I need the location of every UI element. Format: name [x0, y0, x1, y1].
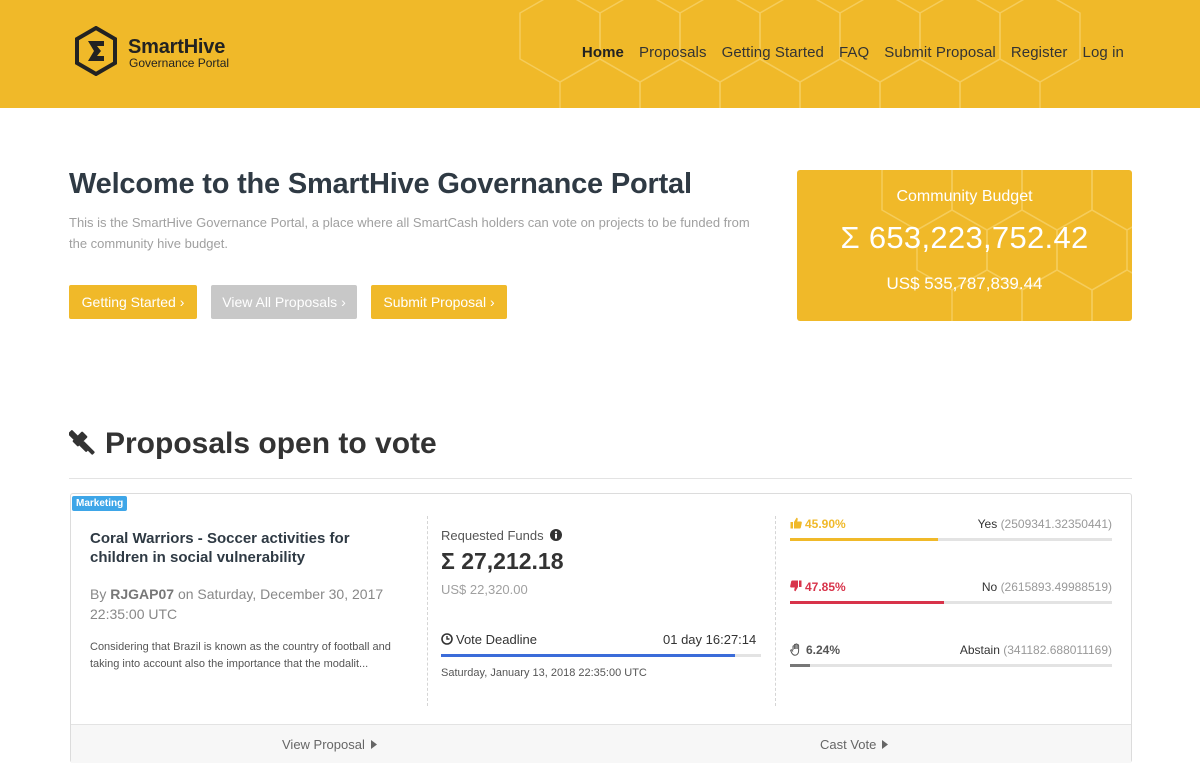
requested-funds-label-text: Requested Funds [441, 528, 544, 543]
site-header: SmartHive Governance Portal Home Proposa… [0, 0, 1200, 108]
deadline-progress-fill [441, 654, 736, 657]
vote-yes-track [790, 538, 1112, 541]
proposal-by-prefix: By [90, 586, 107, 602]
requested-funds-value: Σ 27,212.18 [441, 548, 564, 574]
nav-submit-proposal[interactable]: Submit Proposal [884, 44, 996, 61]
page-title: Welcome to the SmartHive Governance Port… [69, 168, 692, 200]
vote-no-row: 47.85% No (2615893.49988519) [790, 580, 1112, 610]
vote-no-count: (2615893.49988519) [1000, 580, 1112, 594]
vote-deadline-remaining: 01 day 16:27:14 [663, 632, 757, 647]
nav-faq[interactable]: FAQ [839, 44, 869, 61]
vote-abstain-percent: 6.24% [790, 643, 840, 657]
vote-abstain-label-text: Abstain [959, 643, 1000, 657]
brand-subtitle: Governance Portal [129, 56, 230, 70]
requested-funds-usd: US$ 22,320.00 [441, 582, 528, 597]
section-title-text: Proposals open to vote [105, 427, 437, 460]
nav-register[interactable]: Register [1011, 44, 1068, 61]
proposal-card: Marketing Coral Warriors - Soccer activi… [70, 493, 1132, 763]
brand-logo[interactable]: SmartHive Governance Portal [74, 26, 244, 80]
nav-login[interactable]: Log in [1083, 44, 1124, 61]
vote-abstain-row: 6.24% Abstain (341182.688011169) [790, 643, 1112, 673]
vote-deadline-date: Saturday, January 13, 2018 22:35:00 UTC [441, 667, 647, 679]
budget-amount: Σ 653,223,752.42 [840, 220, 1089, 255]
vote-yes-label-text: Yes [977, 517, 998, 531]
view-proposal-link[interactable]: View Proposal [282, 737, 377, 752]
vote-yes-label: Yes (2509341.32350441) [978, 517, 1112, 531]
nav-getting-started[interactable]: Getting Started [722, 44, 824, 61]
thumbs-up-icon [790, 517, 802, 529]
vote-no-percent-text: 47.85% [805, 580, 846, 594]
section-divider [69, 478, 1132, 479]
view-proposal-label: View Proposal [282, 737, 365, 752]
vote-no-label-text: No [981, 580, 998, 594]
page-description: This is the SmartHive Governance Portal,… [69, 215, 750, 251]
nav-proposals[interactable]: Proposals [639, 44, 707, 61]
getting-started-button[interactable]: Getting Started › [69, 285, 197, 319]
vote-abstain-percent-text: 6.24% [806, 643, 841, 657]
vote-deadline-label: Vote Deadline [441, 632, 537, 647]
vote-abstain-label: Abstain (341182.688011169) [960, 643, 1112, 657]
vote-deadline-label-text: Vote Deadline [456, 632, 537, 647]
vote-no-percent: 47.85% [790, 580, 846, 594]
submit-proposal-button[interactable]: Submit Proposal › [371, 285, 507, 319]
caret-right-icon [370, 740, 377, 749]
proposal-author[interactable]: RJGAP07 [110, 586, 174, 602]
hand-icon [790, 643, 800, 656]
section-title: Proposals open to vote [69, 426, 437, 461]
card-footer: View Proposal Cast Vote [71, 724, 1131, 763]
smarthive-hexagon-icon [75, 26, 117, 76]
caret-right-icon [882, 740, 888, 749]
vote-abstain-track [790, 664, 1112, 667]
vote-yes-percent: 45.90% [790, 517, 846, 531]
vote-no-label: No (2615893.49988519) [982, 580, 1112, 594]
proposal-meta: By RJGAP07 on Saturday, December 30, 201… [90, 584, 390, 624]
vote-no-track [790, 601, 1112, 604]
vote-yes-fill [790, 538, 938, 541]
vote-yes-row: 45.90% Yes (2509341.32350441) [790, 517, 1112, 547]
requested-funds-label: Requested Funds [441, 528, 563, 543]
main-nav: Home Proposals Getting Started FAQ Submi… [567, 44, 1124, 61]
community-budget-panel: Community Budget Σ 653,223,752.42 US$ 53… [797, 170, 1132, 321]
vote-abstain-count: (341182.688011169) [1003, 643, 1112, 657]
column-divider [775, 516, 776, 706]
clock-icon [441, 633, 453, 645]
cast-vote-link[interactable]: Cast Vote [820, 737, 888, 752]
proposal-description: Considering that Brazil is known as the … [90, 641, 391, 670]
vote-no-fill [790, 601, 945, 604]
budget-usd: US$ 535,787,839.44 [886, 274, 1043, 293]
thumbs-down-icon [790, 580, 802, 592]
category-badge: Marketing [72, 496, 128, 511]
view-all-proposals-button[interactable]: View All Proposals › [211, 285, 357, 319]
nav-home[interactable]: Home [582, 44, 624, 61]
column-divider [427, 516, 428, 706]
info-icon[interactable] [550, 529, 563, 541]
vote-yes-percent-text: 45.90% [805, 517, 846, 531]
gavel-icon [69, 430, 95, 455]
deadline-progress-track [441, 654, 761, 657]
proposal-title[interactable]: Coral Warriors - Soccer activities for c… [90, 529, 390, 567]
cast-vote-label: Cast Vote [820, 737, 877, 752]
vote-abstain-fill [790, 664, 811, 667]
vote-yes-count: (2509341.32350441) [1000, 517, 1112, 531]
budget-label: Community Budget [896, 188, 1033, 205]
